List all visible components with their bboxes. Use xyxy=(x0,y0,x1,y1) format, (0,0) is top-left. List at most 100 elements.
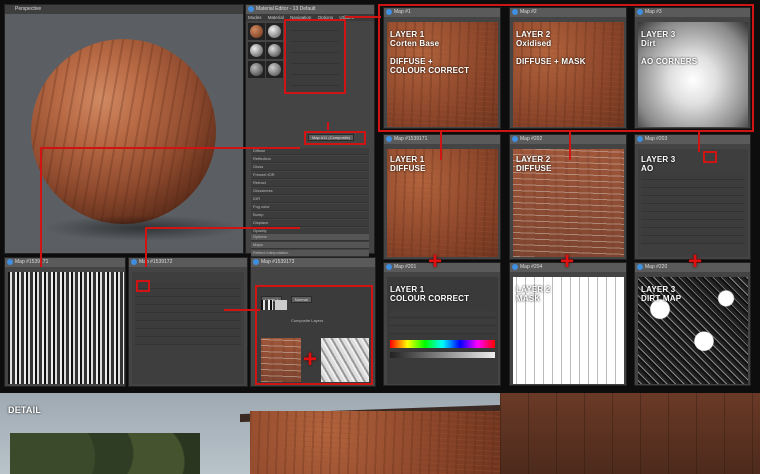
comp-param-row[interactable] xyxy=(135,290,241,297)
layer3-top-window[interactable]: Map #3 LAYER 3 Dirt AO CORNERS xyxy=(634,7,751,129)
layer1-bottom-window[interactable]: Map #201 LAYER 1 COLOUR CORRECT xyxy=(383,262,501,386)
building-facade-left xyxy=(250,411,500,474)
layer-texture-thumb[interactable] xyxy=(261,300,273,310)
ao-param-row[interactable] xyxy=(641,189,745,196)
sample-slots xyxy=(248,23,284,103)
bitmap-window[interactable]: Map #1539171 xyxy=(4,257,126,387)
layer2-mid-label: LAYER 2 DIFFUSE xyxy=(516,155,552,173)
layer3-top-title: Map #3 xyxy=(645,9,662,15)
comp-param-row[interactable] xyxy=(135,282,241,289)
map-icon xyxy=(386,264,392,270)
layer-row-5[interactable] xyxy=(291,68,339,75)
ao-map-slot-highlight xyxy=(703,151,717,163)
cc-param-row[interactable] xyxy=(390,319,495,326)
ao-param-row[interactable] xyxy=(641,181,745,188)
rollout-headers: Options Maps Reflect interpolation xyxy=(248,233,372,258)
layer3-mid-window[interactable]: Map #203 LAYER 3 AO xyxy=(634,134,751,260)
add-icon: + xyxy=(688,248,703,275)
connector-line xyxy=(145,227,300,229)
rollout-maps[interactable]: Maps xyxy=(251,242,369,249)
comp-param-row[interactable] xyxy=(135,338,241,345)
param-glossiness[interactable]: Glossiness xyxy=(251,188,369,195)
connector-line xyxy=(224,309,260,311)
composite-params-window[interactable]: Map #1539172 xyxy=(128,257,248,387)
param-bump[interactable]: Bump xyxy=(251,212,369,219)
layer1-mid-title: Map #1539171 xyxy=(394,136,428,142)
layer2-top-window[interactable]: Map #2 LAYER 2 Oxidised DIFFUSE + MASK xyxy=(509,7,627,129)
layer2-bottom-label: LAYER 2 MASK xyxy=(516,285,551,303)
blend-mode-select[interactable]: Normal xyxy=(290,296,312,303)
map-icon xyxy=(131,259,137,265)
layer1-mid-window[interactable]: Map #1539171 LAYER 1 DIFFUSE xyxy=(383,134,501,260)
rollout-reflect-interp[interactable]: Reflect interpolation xyxy=(251,250,369,257)
param-diffuse[interactable]: Diffuse xyxy=(251,148,369,155)
param-displace[interactable]: Displace xyxy=(251,220,369,227)
ao-param-row[interactable] xyxy=(641,221,745,228)
layer3-top-label: LAYER 3 Dirt AO CORNERS xyxy=(641,30,698,66)
comp-param-row[interactable] xyxy=(135,314,241,321)
layer-row-2[interactable] xyxy=(291,35,339,42)
cc-param-row[interactable] xyxy=(390,311,495,318)
sample-slot-5[interactable] xyxy=(248,61,265,78)
layer2-mid-title: Map #202 xyxy=(520,136,543,142)
hue-spectrum[interactable] xyxy=(390,340,495,348)
map-icon xyxy=(512,9,518,15)
material-editor-title: Material Editor - 13 Default xyxy=(256,6,316,12)
add-icon: + xyxy=(560,248,575,275)
layers-window-title: Map #1539173 xyxy=(261,259,295,265)
bitmap-title: Map #1539171 xyxy=(15,259,49,265)
ao-param-row[interactable] xyxy=(641,205,745,212)
maps-rollout: Diffuse Reflection Gloss Fresnel IOR Ref… xyxy=(248,147,372,244)
map-icon xyxy=(386,136,392,142)
ao-param-row[interactable] xyxy=(641,173,745,180)
param-fog-color[interactable]: Fog color xyxy=(251,204,369,211)
map-icon xyxy=(512,136,518,142)
param-fresnel-ior[interactable]: Fresnel IOR xyxy=(251,172,369,179)
layer3-mid-title: Map #203 xyxy=(645,136,668,142)
comp-param-row[interactable] xyxy=(135,322,241,329)
layer-row-6[interactable] xyxy=(291,79,339,86)
layer2-top-title: Map #2 xyxy=(520,9,537,15)
add-icon: + xyxy=(303,346,318,373)
comp-param-row[interactable] xyxy=(135,330,241,337)
layer1-top-title: Map #1 xyxy=(394,9,411,15)
ao-param-row[interactable] xyxy=(641,229,745,236)
add-icon: + xyxy=(428,248,443,275)
param-reflection[interactable]: Reflection xyxy=(251,156,369,163)
layer-row-4[interactable] xyxy=(291,57,339,64)
color-swatch-strip[interactable] xyxy=(390,352,495,358)
diffuse-map-button[interactable]: Map #11 (Composite) xyxy=(308,134,355,141)
trees xyxy=(10,433,200,474)
sample-slot-3[interactable] xyxy=(248,42,265,59)
layer-row-3[interactable] xyxy=(291,46,339,53)
layer2-bottom-window[interactable]: Map #204 LAYER 2 MASK xyxy=(509,262,627,386)
layer1-mid-label: LAYER 1 DIFFUSE xyxy=(390,155,426,173)
param-ior[interactable]: IOR xyxy=(251,196,369,203)
layer3-bottom-window[interactable]: Map #220 LAYER 3 DIRT MAP xyxy=(634,262,751,386)
layer1-top-window[interactable]: Map #1 LAYER 1 Corten Base DIFFUSE + COL… xyxy=(383,7,501,129)
cc-param-row[interactable] xyxy=(390,327,495,334)
layer-row-1[interactable] xyxy=(291,24,339,31)
sample-slot-6[interactable] xyxy=(266,61,283,78)
layer2-mid-window[interactable]: Map #202 LAYER 2 DIFFUSE xyxy=(509,134,627,260)
ao-param-row[interactable] xyxy=(641,213,745,220)
layer-mask-thumb[interactable] xyxy=(275,300,287,310)
param-gloss[interactable]: Gloss xyxy=(251,164,369,171)
sample-slot-2[interactable] xyxy=(266,23,283,40)
map-icon xyxy=(637,264,643,270)
ao-param-row[interactable] xyxy=(641,197,745,204)
param-refract[interactable]: Refract xyxy=(251,180,369,187)
layers-window[interactable]: Map #1539173 Layer 1 Normal + Composite … xyxy=(250,257,376,387)
connector-line xyxy=(569,132,571,160)
layer3-mid-label: LAYER 3 AO xyxy=(641,155,676,173)
ao-param-row[interactable] xyxy=(641,237,745,244)
menu-modes[interactable]: Modes xyxy=(248,15,262,20)
layer-preview-right xyxy=(321,338,369,382)
sample-slot-1[interactable] xyxy=(248,23,265,40)
rollout-options[interactable]: Options xyxy=(251,234,369,241)
layer1-top-label: LAYER 1 Corten Base DIFFUSE + COLOUR COR… xyxy=(390,30,470,75)
comp-param-row[interactable] xyxy=(135,298,241,305)
sample-slot-4[interactable] xyxy=(266,42,283,59)
menu-material[interactable]: Material xyxy=(268,15,284,20)
material-editor-window[interactable]: Material Editor - 13 Default Modes Mater… xyxy=(245,4,375,257)
